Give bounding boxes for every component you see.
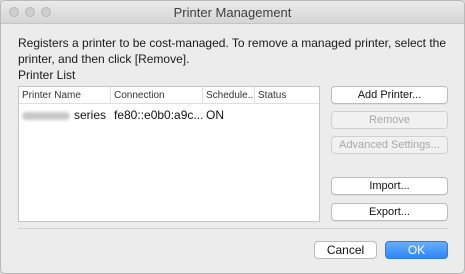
cancel-button[interactable]: Cancel [314, 241, 377, 259]
remove-button[interactable]: Remove [331, 111, 448, 129]
table-header: Printer Name Connection Schedule... Stat… [19, 87, 319, 104]
add-printer-button[interactable]: Add Printer... [331, 86, 448, 104]
printer-list-label: Printer List [18, 68, 76, 82]
window-title: Printer Management [173, 5, 292, 20]
column-header-connection[interactable]: Connection [111, 87, 203, 103]
ok-button[interactable]: OK [385, 241, 448, 259]
advanced-settings-button[interactable]: Advanced Settings... [331, 136, 448, 154]
schedule-cell: ON [206, 108, 224, 122]
import-button[interactable]: Import... [331, 177, 448, 195]
redacted-printer-model [22, 111, 70, 120]
column-header-status[interactable]: Status [255, 87, 319, 103]
printer-name-suffix: series [74, 108, 107, 122]
printer-name-cell: series [19, 106, 111, 124]
description-text: Registers a printer to be cost-managed. … [18, 36, 447, 66]
column-header-printer-name[interactable]: Printer Name [19, 87, 111, 103]
connection-cell: fe80::e0b0:a9c... [114, 108, 203, 122]
export-button[interactable]: Export... [331, 203, 448, 221]
table-row[interactable]: series fe80::e0b0:a9c... ON [19, 106, 319, 124]
printer-management-window: Printer Management Registers a printer t… [0, 0, 465, 274]
title-bar: Printer Management [1, 1, 464, 24]
printer-list-table[interactable]: Printer Name Connection Schedule... Stat… [18, 86, 320, 222]
divider [18, 228, 448, 229]
column-header-schedule[interactable]: Schedule... [203, 87, 255, 103]
status-cell [255, 106, 319, 124]
